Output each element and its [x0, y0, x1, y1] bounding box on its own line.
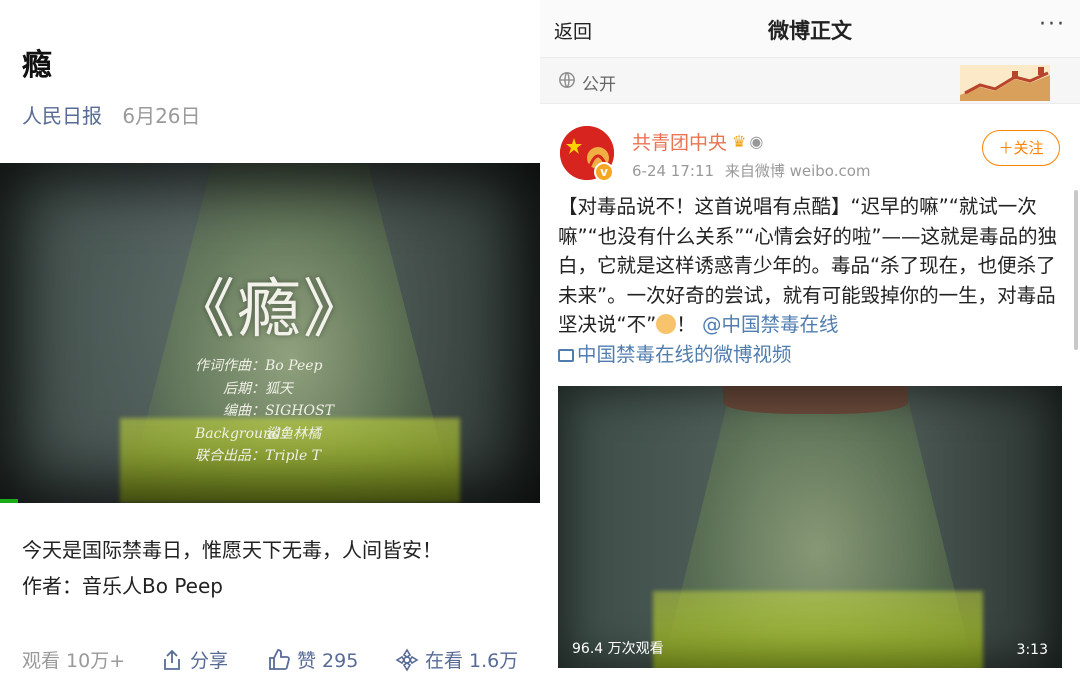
mention-link[interactable]: @中国禁毒在线: [702, 313, 839, 336]
credit-row: 后期：狐天: [223, 380, 293, 397]
view-count: 观看 10万+: [22, 650, 126, 672]
video-progress-bar[interactable]: [0, 499, 18, 503]
credit-row: 联合出品：Triple T: [195, 448, 322, 464]
post-body: 【对毒品说不！这首说唱有点酷】“迟早的嘛”“就试一次嘛”“也没有什么关系”“心情…: [558, 192, 1058, 369]
video-play-count: 96.4 万次观看: [572, 641, 664, 657]
user-badges: ♛ ◉: [732, 132, 763, 151]
credit-row: Background：鲨鱼林橘: [195, 425, 321, 442]
medal-icon: ◉: [749, 132, 764, 151]
thumbs-up-icon: [269, 648, 290, 670]
weibo-post: v 共青团中央 ♛ ◉ 6-24 17:11 来自微博 weibo.com ＋关注…: [540, 104, 1080, 699]
post-username[interactable]: 共青团中央: [632, 128, 727, 155]
watching-button[interactable]: 在看 1.6万: [395, 646, 518, 673]
great-wall-decoration-icon: [960, 65, 1050, 101]
video-duration: 3:13: [1016, 642, 1048, 658]
fist-emoji-icon: [656, 314, 677, 334]
credit-row: 编曲：SIGHOST: [223, 403, 334, 419]
credit-row: 作词作曲：Bo Peep: [195, 358, 323, 374]
like-label: 赞 295: [297, 650, 359, 672]
scrollbar[interactable]: [1074, 190, 1078, 350]
share-button[interactable]: 分享: [160, 646, 228, 673]
article-title: 瘾: [22, 48, 52, 83]
visibility-bar: 公开: [540, 58, 1080, 104]
globe-icon: [559, 72, 575, 88]
follow-button[interactable]: ＋关注: [982, 130, 1060, 166]
post-time: 6-24 17:11 来自微博 weibo.com: [632, 160, 871, 181]
post-text-end: ！: [676, 313, 696, 336]
like-button[interactable]: 赞 295: [267, 646, 358, 673]
video-link[interactable]: 中国禁毒在线的微博视频: [558, 343, 792, 366]
description-line: 今天是国际禁毒日，惟愿天下无毒，人间皆安！: [22, 538, 442, 562]
video-shade: [558, 386, 1062, 668]
watching-label: 在看 1.6万: [425, 650, 519, 672]
post-video-player[interactable]: 96.4 万次观看 3:13: [558, 386, 1062, 668]
page-title: 微博正文: [768, 19, 852, 43]
wechat-article-panel: 瘾 人民日报 6月26日 《瘾》 作词作曲：Bo Peep 后期：狐天 编曲：S…: [0, 0, 540, 699]
video-link-label: 中国禁毒在线的微博视频: [577, 342, 792, 366]
video-big-title: 《瘾》: [171, 273, 369, 347]
author-line: 作者：音乐人Bo Peep: [22, 574, 223, 598]
article-source-link[interactable]: 人民日报: [22, 104, 102, 128]
article-date: 6月26日: [122, 104, 201, 128]
article-description: 今天是国际禁毒日，惟愿天下无毒，人间皆安！ 作者：音乐人Bo Peep: [22, 532, 442, 604]
share-icon: [164, 649, 180, 670]
visibility-label: 公开: [582, 75, 616, 95]
top-navigation-bar: 返回 微博正文 ···: [540, 0, 1080, 58]
verified-badge-icon: v: [594, 162, 614, 182]
video-camera-icon: [558, 348, 574, 362]
flower-icon: [395, 647, 419, 672]
post-via: 来自微博 weibo.com: [724, 162, 871, 180]
article-meta: 人民日报 6月26日: [22, 100, 201, 129]
vip-crown-icon: ♛: [732, 132, 747, 151]
article-video-player[interactable]: 《瘾》 作词作曲：Bo Peep 后期：狐天 编曲：SIGHOST Backgr…: [0, 163, 540, 503]
share-label: 分享: [190, 650, 229, 672]
video-credits: 作词作曲：Bo Peep 后期：狐天 编曲：SIGHOST Background…: [195, 355, 395, 468]
more-options-button[interactable]: ···: [1039, 12, 1066, 37]
post-timestamp: 6-24 17:11: [632, 162, 715, 180]
weibo-post-panel: 返回 微博正文 ··· 公开 v 共青团中央 ♛ ◉ 6-24 17:11 来自…: [540, 0, 1080, 699]
